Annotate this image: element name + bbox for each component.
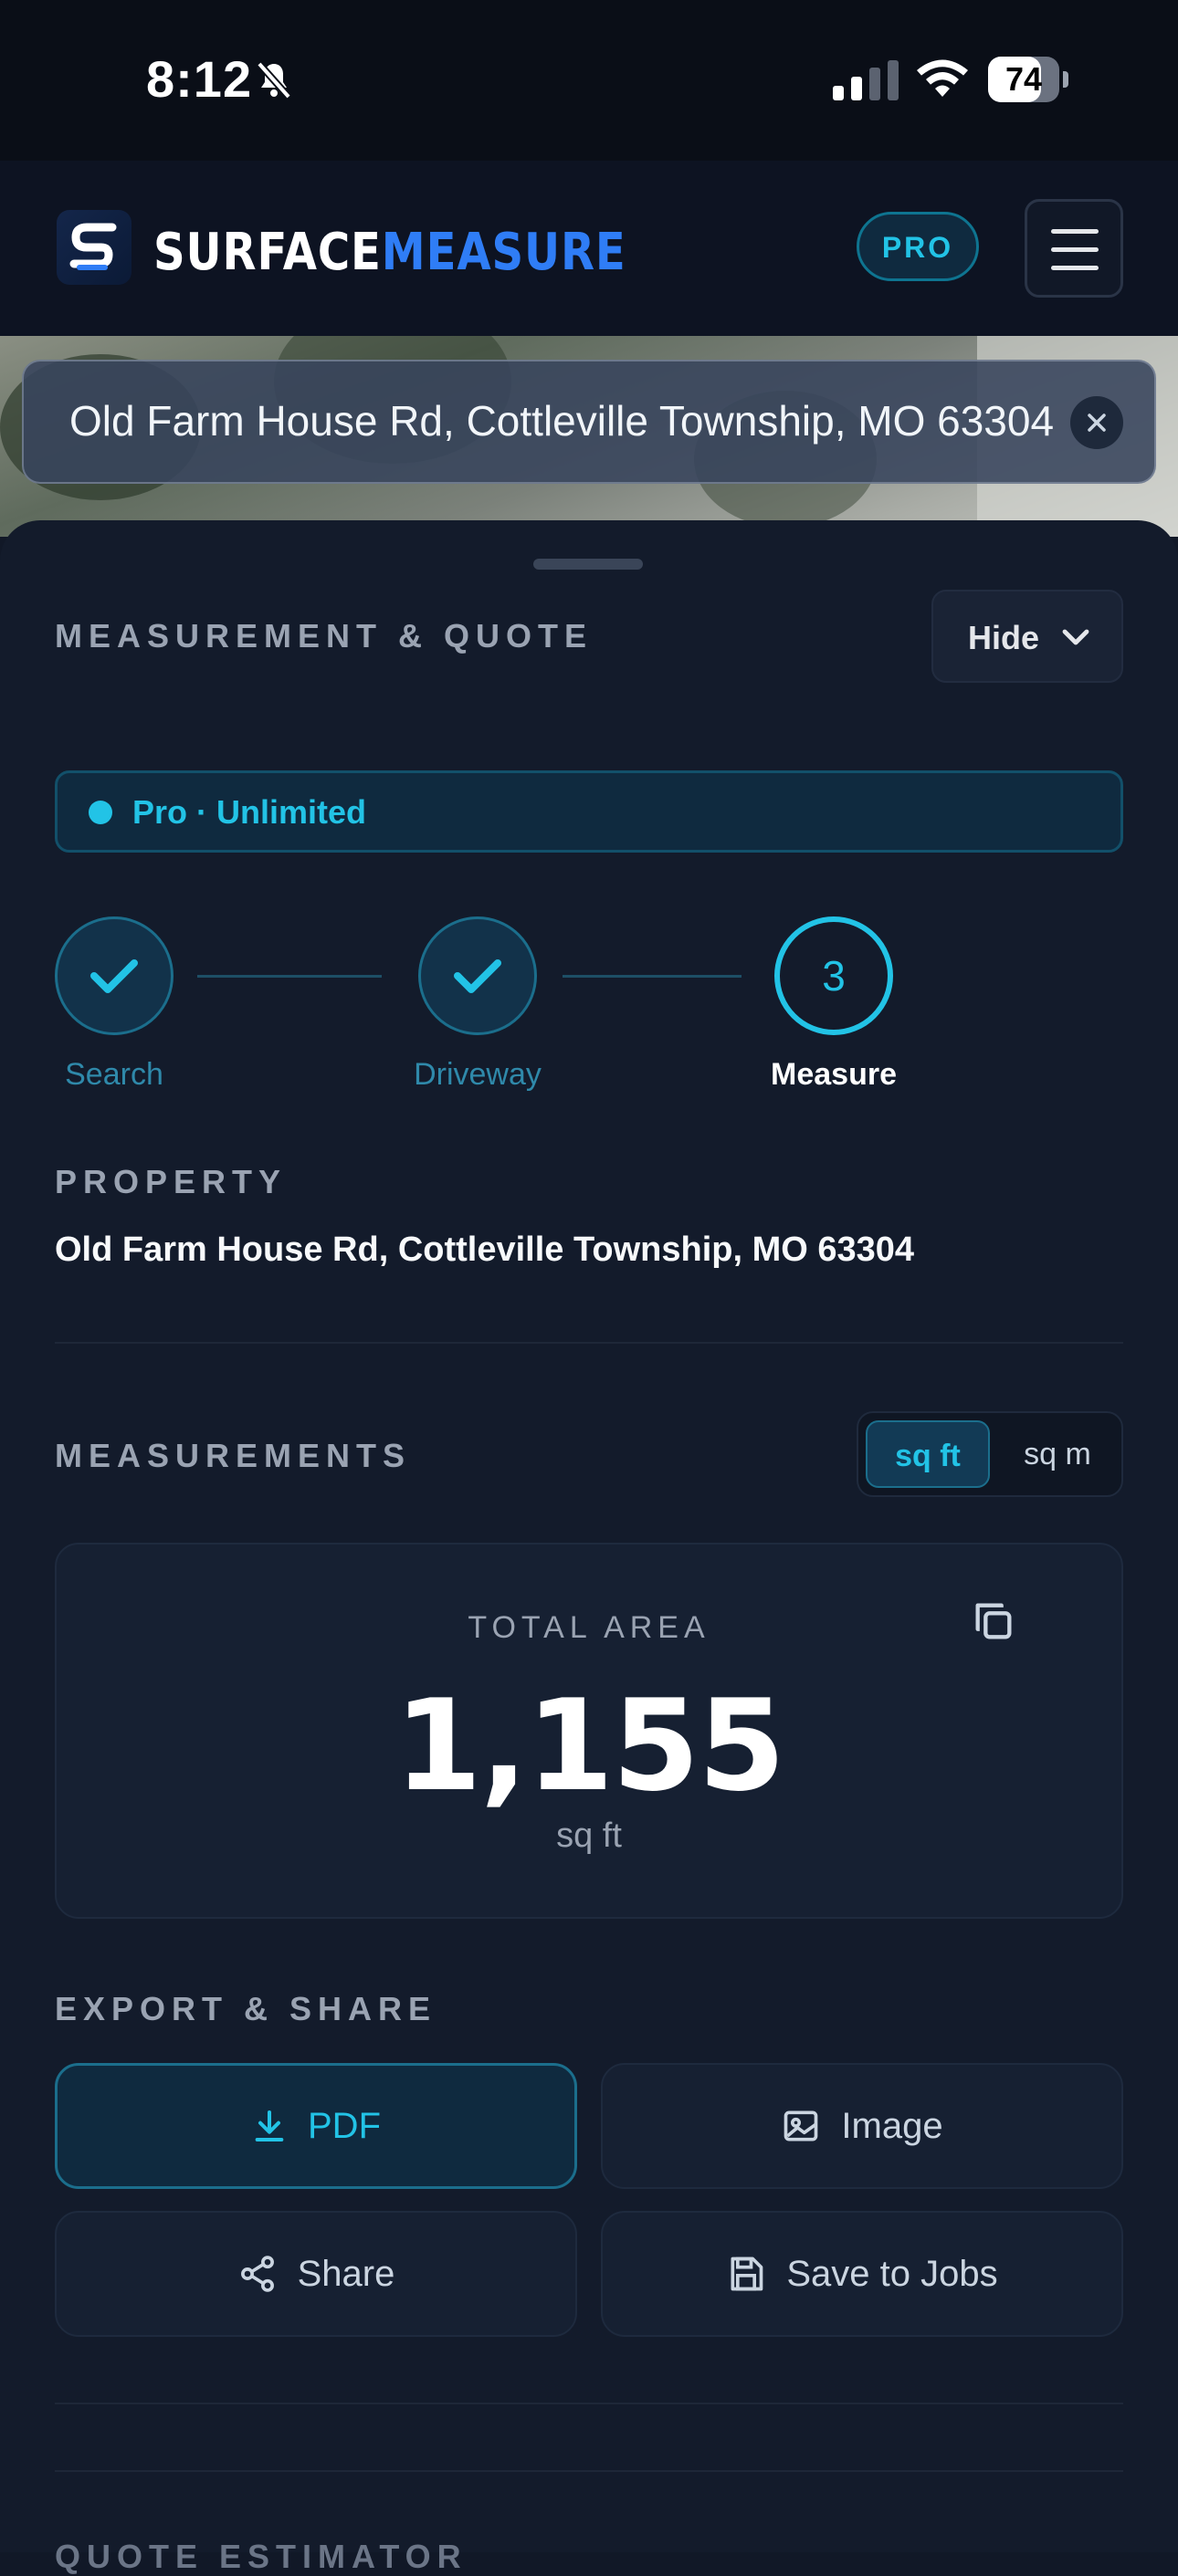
- share-button[interactable]: Share: [55, 2211, 577, 2337]
- property-heading: PROPERTY: [55, 1163, 288, 1200]
- total-area-unit: sq ft: [556, 1817, 622, 1855]
- logo-icon: [57, 210, 131, 285]
- divider: [55, 1342, 1123, 1344]
- app-header: SURFACEMEASURE PRO: [0, 161, 1178, 338]
- battery-indicator: 74: [988, 57, 1068, 102]
- address-search-input[interactable]: Old Farm House Rd, Cottleville Township,…: [69, 396, 1054, 445]
- download-icon: [255, 2110, 284, 2141]
- save-to-jobs-button[interactable]: Save to Jobs: [601, 2211, 1123, 2337]
- step-search[interactable]: [55, 916, 174, 1035]
- save-label: Save to Jobs: [786, 2253, 998, 2294]
- hide-label: Hide: [968, 619, 1040, 656]
- measurement-sheet: MEASUREMENT & QUOTE Hide Pro · Unlimited…: [0, 520, 1178, 2575]
- check-icon: [90, 959, 138, 993]
- copy-icon[interactable]: [970, 1597, 1017, 1645]
- total-area-value: 1,155: [394, 1672, 786, 1819]
- property-address: Old Farm House Rd, Cottleville Township,…: [55, 1230, 915, 1269]
- save-icon: [731, 2257, 763, 2291]
- hamburger-menu-button[interactable]: [1025, 199, 1123, 298]
- bell-slash-icon: [257, 61, 291, 99]
- step-connector: [197, 975, 382, 978]
- close-icon: [1088, 414, 1106, 432]
- plan-label: Pro · Unlimited: [132, 793, 367, 831]
- total-area-label: TOTAL AREA: [468, 1610, 710, 1645]
- clear-search-button[interactable]: [1070, 396, 1123, 449]
- export-pdf-button[interactable]: PDF: [55, 2063, 577, 2189]
- step-driveway[interactable]: [418, 916, 537, 1035]
- status-time: 8:12: [146, 50, 253, 108]
- step-connector: [563, 975, 742, 978]
- chevron-down-icon: [1062, 629, 1089, 645]
- status-bar: 8:12 74: [0, 0, 1178, 161]
- panel-title: MEASUREMENT & QUOTE: [55, 617, 594, 654]
- share-icon: [240, 2256, 274, 2292]
- wifi-icon: [917, 59, 968, 97]
- unit-toggle: sq ft sq m: [857, 1411, 1123, 1497]
- export-heading: EXPORT & SHARE: [55, 1990, 437, 2027]
- total-area-card: TOTAL AREA 1,155 sq ft: [55, 1543, 1123, 1919]
- pdf-label: PDF: [308, 2105, 381, 2146]
- divider: [55, 2403, 1123, 2404]
- step-label-measure: Measure: [771, 1057, 897, 1092]
- step-label-search: Search: [65, 1057, 163, 1092]
- sheet-drag-handle[interactable]: [533, 559, 643, 570]
- menu-icon: [1051, 229, 1099, 234]
- cellular-signal-icon: [833, 60, 899, 100]
- plan-status-banner: Pro · Unlimited: [55, 770, 1123, 853]
- step-measure[interactable]: 3: [774, 916, 893, 1035]
- check-icon: [454, 959, 501, 993]
- unit-option-sqft[interactable]: sq ft: [866, 1420, 990, 1488]
- quote-estimator-heading: QUOTE ESTIMATOR: [55, 2538, 468, 2575]
- share-label: Share: [297, 2253, 395, 2294]
- brand-logo-text: SURFACEMEASURE: [153, 223, 626, 282]
- image-label: Image: [841, 2105, 943, 2146]
- image-icon: [784, 2110, 818, 2141]
- pro-badge[interactable]: PRO: [857, 212, 979, 281]
- status-dot-icon: [89, 801, 112, 824]
- unit-option-sqm[interactable]: sq m: [995, 1420, 1120, 1488]
- divider: [55, 2470, 1123, 2472]
- battery-percent: 74: [1004, 60, 1043, 98]
- measurements-heading: MEASUREMENTS: [55, 1437, 412, 1474]
- export-image-button[interactable]: Image: [601, 2063, 1123, 2189]
- hide-panel-button[interactable]: Hide: [931, 590, 1123, 683]
- step-label-driveway: Driveway: [414, 1057, 542, 1092]
- address-search-bar[interactable]: Old Farm House Rd, Cottleville Township,…: [22, 360, 1156, 484]
